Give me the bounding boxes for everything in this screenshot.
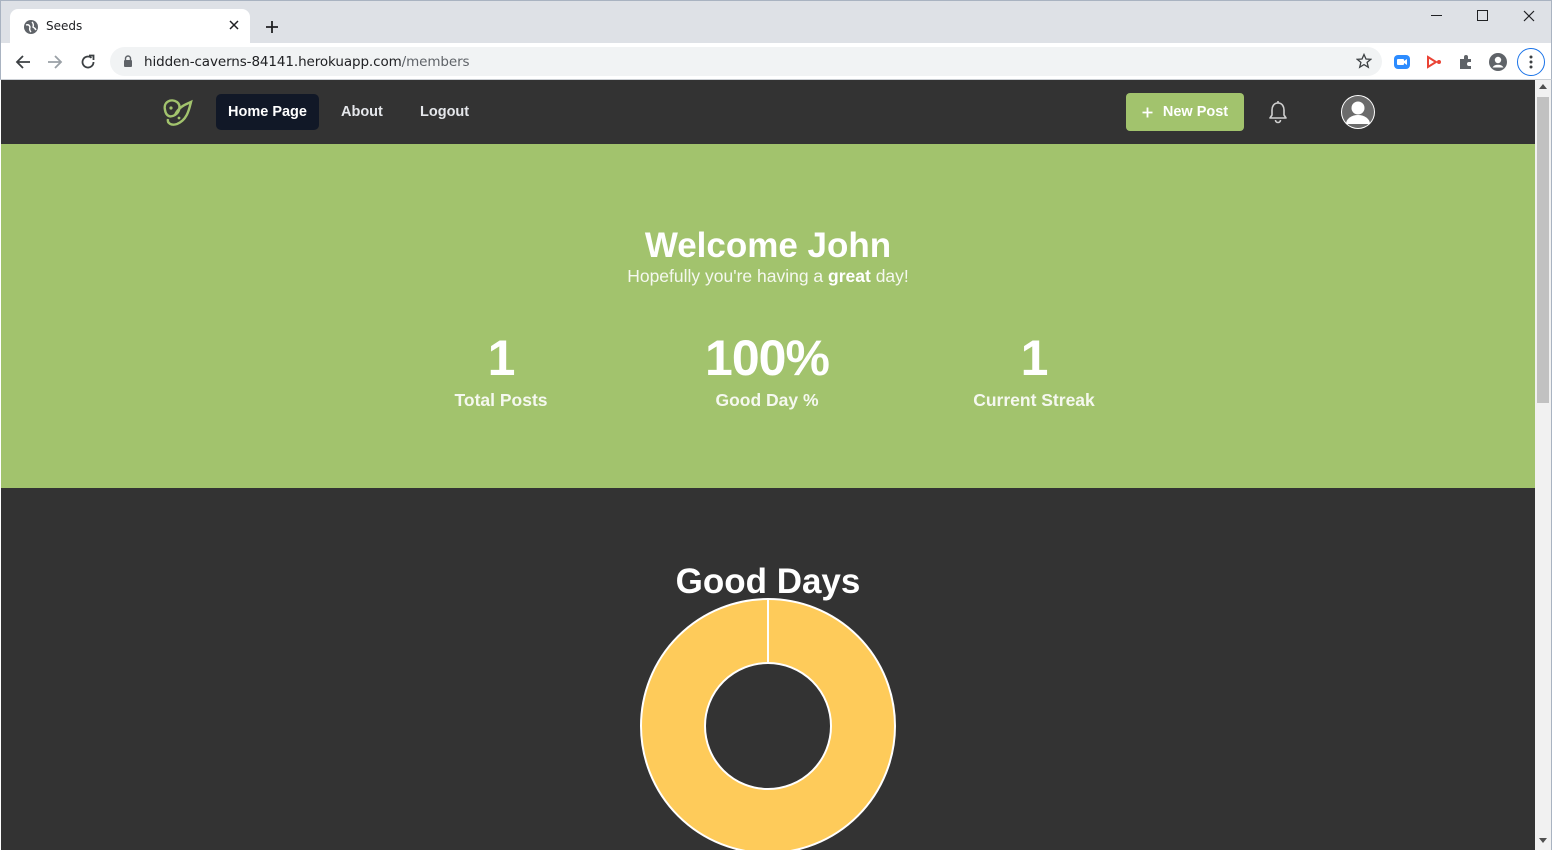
url-path: /members	[401, 54, 470, 70]
stat-label: Total Posts	[454, 390, 548, 410]
new-tab-icon[interactable]	[260, 15, 284, 39]
stat-value: 100%	[705, 330, 830, 386]
nav-home-page[interactable]: Home Page	[216, 94, 319, 130]
subtitle-emphasis: great	[828, 266, 871, 286]
scroll-up-arrow-icon[interactable]	[1539, 84, 1547, 89]
url-host: hidden-caverns-84141.herokuapp.com	[144, 54, 402, 70]
stat-good-day-percent: 100% Good Day %	[637, 330, 897, 411]
good-days-title: Good Days	[675, 562, 861, 601]
page-scrollbar[interactable]	[1535, 80, 1552, 850]
stat-value: 1	[487, 330, 516, 386]
tab-strip: Seeds	[0, 0, 1552, 44]
new-post-button[interactable]: New Post	[1126, 93, 1244, 131]
stat-label: Current Streak	[973, 390, 1095, 410]
minimize-icon[interactable]	[1414, 5, 1460, 27]
notification-bell-icon[interactable]	[1267, 100, 1289, 124]
nav-logout[interactable]: Logout	[408, 94, 481, 130]
profile-icon[interactable]	[1488, 52, 1508, 72]
bookmark-star-icon[interactable]	[1356, 53, 1372, 69]
back-arrow-icon[interactable]	[9, 48, 37, 76]
red-extension-icon[interactable]	[1424, 52, 1444, 72]
welcome-subtitle: Hopefully you're having a great day!	[1, 266, 1535, 287]
puzzle-extensions-icon[interactable]	[1456, 52, 1476, 72]
browser-menu-icon[interactable]	[1517, 48, 1545, 76]
scroll-thumb[interactable]	[1537, 97, 1549, 403]
zoom-extension-icon[interactable]	[1392, 52, 1412, 72]
browser-tab[interactable]: Seeds	[10, 9, 250, 44]
stat-current-streak: 1 Current Streak	[904, 330, 1164, 411]
tab-title: Seeds	[46, 19, 83, 33]
page-viewport: Home Page About Logout New Post Welcome …	[1, 80, 1535, 850]
subtitle-before: Hopefully you're having a	[627, 266, 829, 286]
lock-icon	[124, 55, 132, 67]
good-days-donut-chart	[640, 598, 896, 850]
site-navbar: Home Page About Logout New Post	[1, 80, 1535, 144]
url-text: hidden-caverns-84141.herokuapp.com/membe…	[144, 54, 470, 70]
address-bar[interactable]: hidden-caverns-84141.herokuapp.com/membe…	[110, 47, 1382, 76]
new-post-label: New Post	[1162, 104, 1229, 120]
stat-total-posts: 1 Total Posts	[371, 330, 631, 411]
scroll-down-arrow-icon[interactable]	[1539, 838, 1547, 843]
stat-value: 1	[1020, 330, 1049, 386]
forward-arrow-icon[interactable]	[41, 48, 69, 76]
subtitle-after: day!	[870, 266, 909, 286]
browser-toolbar: hidden-caverns-84141.herokuapp.com/membe…	[0, 43, 1552, 80]
close-tab-icon[interactable]	[225, 16, 243, 34]
user-silhouette-icon	[1342, 96, 1374, 128]
stat-label: Good Day %	[715, 390, 819, 410]
welcome-hero: Welcome John Hopefully you're having a g…	[1, 144, 1535, 488]
nav-about[interactable]: About	[329, 94, 395, 130]
plus-icon	[1142, 107, 1153, 117]
browser-chrome: Seeds hidden-caverns-84141.herokuapp.com…	[0, 0, 1552, 80]
reload-icon[interactable]	[74, 48, 102, 76]
maximize-icon[interactable]	[1460, 5, 1506, 27]
user-avatar[interactable]	[1341, 95, 1375, 129]
close-window-icon[interactable]	[1506, 5, 1552, 27]
seed-logo-icon[interactable]	[159, 96, 193, 128]
globe-icon	[24, 20, 38, 34]
welcome-title: Welcome John	[644, 226, 892, 265]
